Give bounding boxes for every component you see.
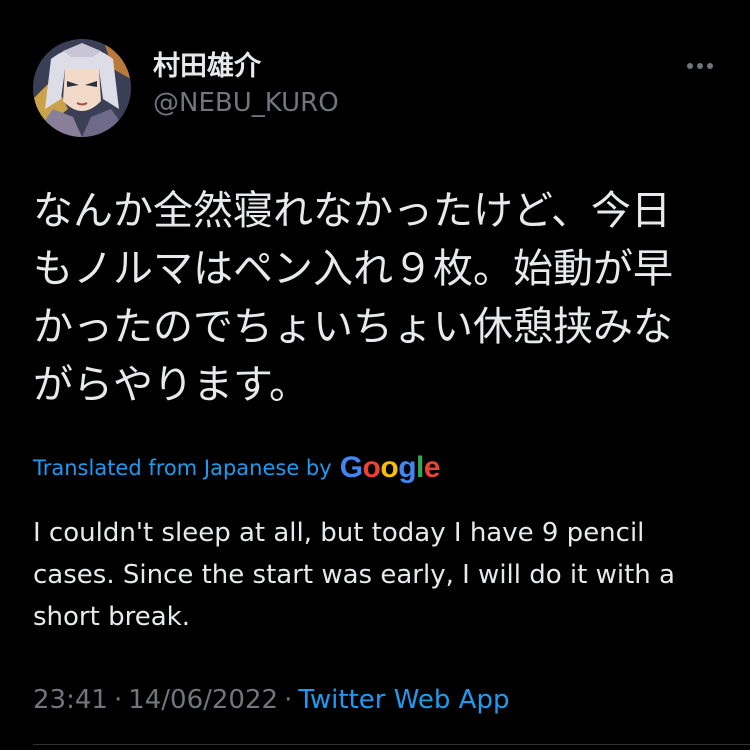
tweet-source-link[interactable]: Twitter Web App [298, 685, 509, 715]
translated-text-line: I couldn't sleep at all, but today I hav… [33, 518, 645, 548]
more-horizontal-icon [697, 63, 703, 69]
avatar-illustration [33, 39, 131, 137]
more-horizontal-icon [687, 63, 693, 69]
tweet-text-line: なんか全然寝れなかったけど、今日 [33, 188, 671, 234]
tweet-meta: 23:41 · 14/06/2022 · Twitter Web App [33, 680, 509, 720]
meta-separator: · [284, 685, 293, 715]
translation-attribution: Translated from Japanese by Google [33, 450, 441, 486]
google-logo: Google [339, 451, 441, 484]
user-handle[interactable]: @NEBU_KURO [153, 87, 339, 119]
tweet-text-line: がらやります。 [33, 362, 309, 408]
translated-text: I couldn't sleep at all, but today I hav… [33, 512, 723, 638]
tweet-date[interactable]: 14/06/2022 [128, 685, 278, 715]
more-options-button[interactable] [678, 52, 722, 80]
avatar[interactable] [33, 39, 131, 137]
tweet-time[interactable]: 23:41 [33, 685, 108, 715]
display-name[interactable]: 村田雄介 [153, 50, 261, 84]
translated-text-line: short break. [33, 602, 190, 632]
more-horizontal-icon [707, 63, 713, 69]
translated-from-link[interactable]: Translated from Japanese by [33, 456, 332, 480]
tweet-text-line: もノルマはペン入れ９枚。始動が早 [33, 246, 673, 292]
meta-separator: · [113, 685, 123, 715]
tweet-text: なんか全然寝れなかったけど、今日 もノルマはペン入れ９枚。始動が早 かったのでち… [33, 182, 723, 414]
translated-text-line: cases. Since the start was early, I will… [33, 560, 675, 590]
divider [33, 744, 750, 745]
tweet-text-line: かったのでちょいちょい休憩挟みな [33, 304, 673, 350]
tweet: 村田雄介 @NEBU_KURO なんか全然寝れなかったけど、今日 もノルマはペン… [0, 0, 750, 750]
